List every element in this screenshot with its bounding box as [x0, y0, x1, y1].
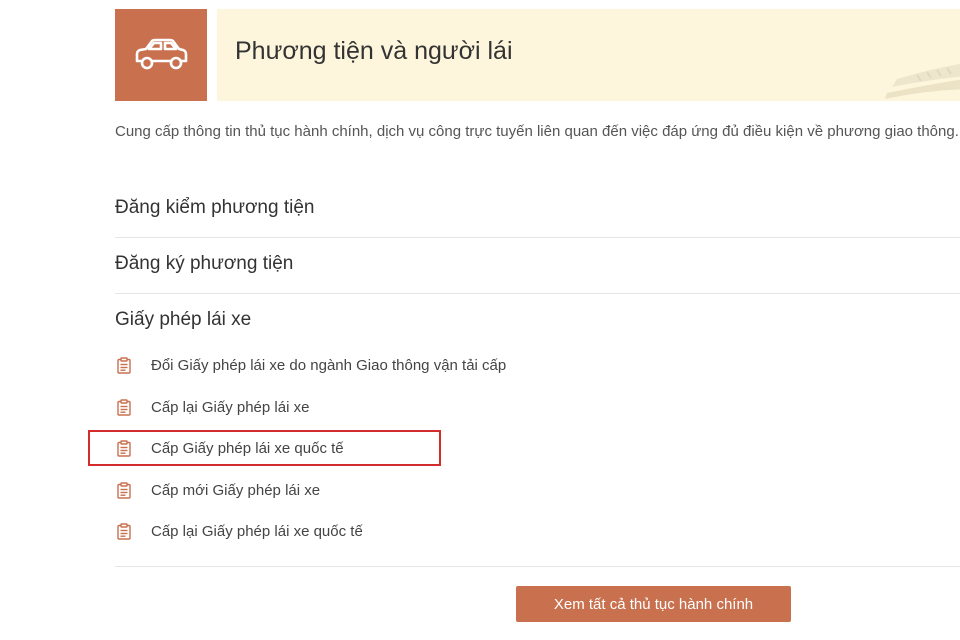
procedure-label: Cấp mới Giấy phép lái xe — [151, 481, 321, 499]
header-icon-box — [115, 9, 207, 101]
car-icon — [135, 38, 188, 70]
highlight-box — [88, 430, 441, 466]
category-label: Đăng kiểm phương tiện — [115, 197, 315, 218]
section-description: Cung cấp thông tin thủ tục hành chính, d… — [115, 123, 959, 140]
category-driving-license[interactable]: Giấy phép lái xe — [115, 309, 960, 331]
clipboard-icon — [117, 398, 131, 416]
divider — [115, 566, 960, 567]
procedure-label: Đổi Giấy phép lái xe do ngành Giao thông… — [151, 356, 507, 374]
header-banner: Phương tiện và người lái — [217, 9, 960, 101]
category-label: Đăng ký phương tiện — [115, 253, 294, 274]
road-decoration-icon — [885, 63, 960, 99]
view-all-procedures-button[interactable]: Xem tất cả thủ tục hành chính — [516, 586, 791, 622]
procedure-item[interactable]: Cấp mới Giấy phép lái xe — [117, 480, 320, 500]
procedure-item[interactable]: Đổi Giấy phép lái xe do ngành Giao thông… — [117, 355, 506, 375]
clipboard-icon — [117, 356, 131, 374]
divider — [115, 293, 960, 294]
divider — [115, 237, 960, 238]
procedure-label: Cấp lại Giấy phép lái xe quốc tế — [151, 522, 363, 540]
category-vehicle-registration[interactable]: Đăng ký phương tiện — [115, 253, 960, 275]
clipboard-icon — [117, 522, 131, 540]
page-title: Phương tiện và người lái — [235, 37, 513, 65]
category-vehicle-inspection[interactable]: Đăng kiểm phương tiện — [115, 197, 960, 219]
page: Phương tiện và người lái Cung cấp thông … — [0, 0, 960, 640]
procedure-item[interactable]: Cấp lại Giấy phép lái xe — [117, 397, 309, 417]
category-label: Giấy phép lái xe — [115, 309, 252, 330]
clipboard-icon — [117, 481, 131, 499]
procedure-label: Cấp lại Giấy phép lái xe — [151, 398, 310, 416]
procedure-item[interactable]: Cấp lại Giấy phép lái xe quốc tế — [117, 521, 363, 541]
